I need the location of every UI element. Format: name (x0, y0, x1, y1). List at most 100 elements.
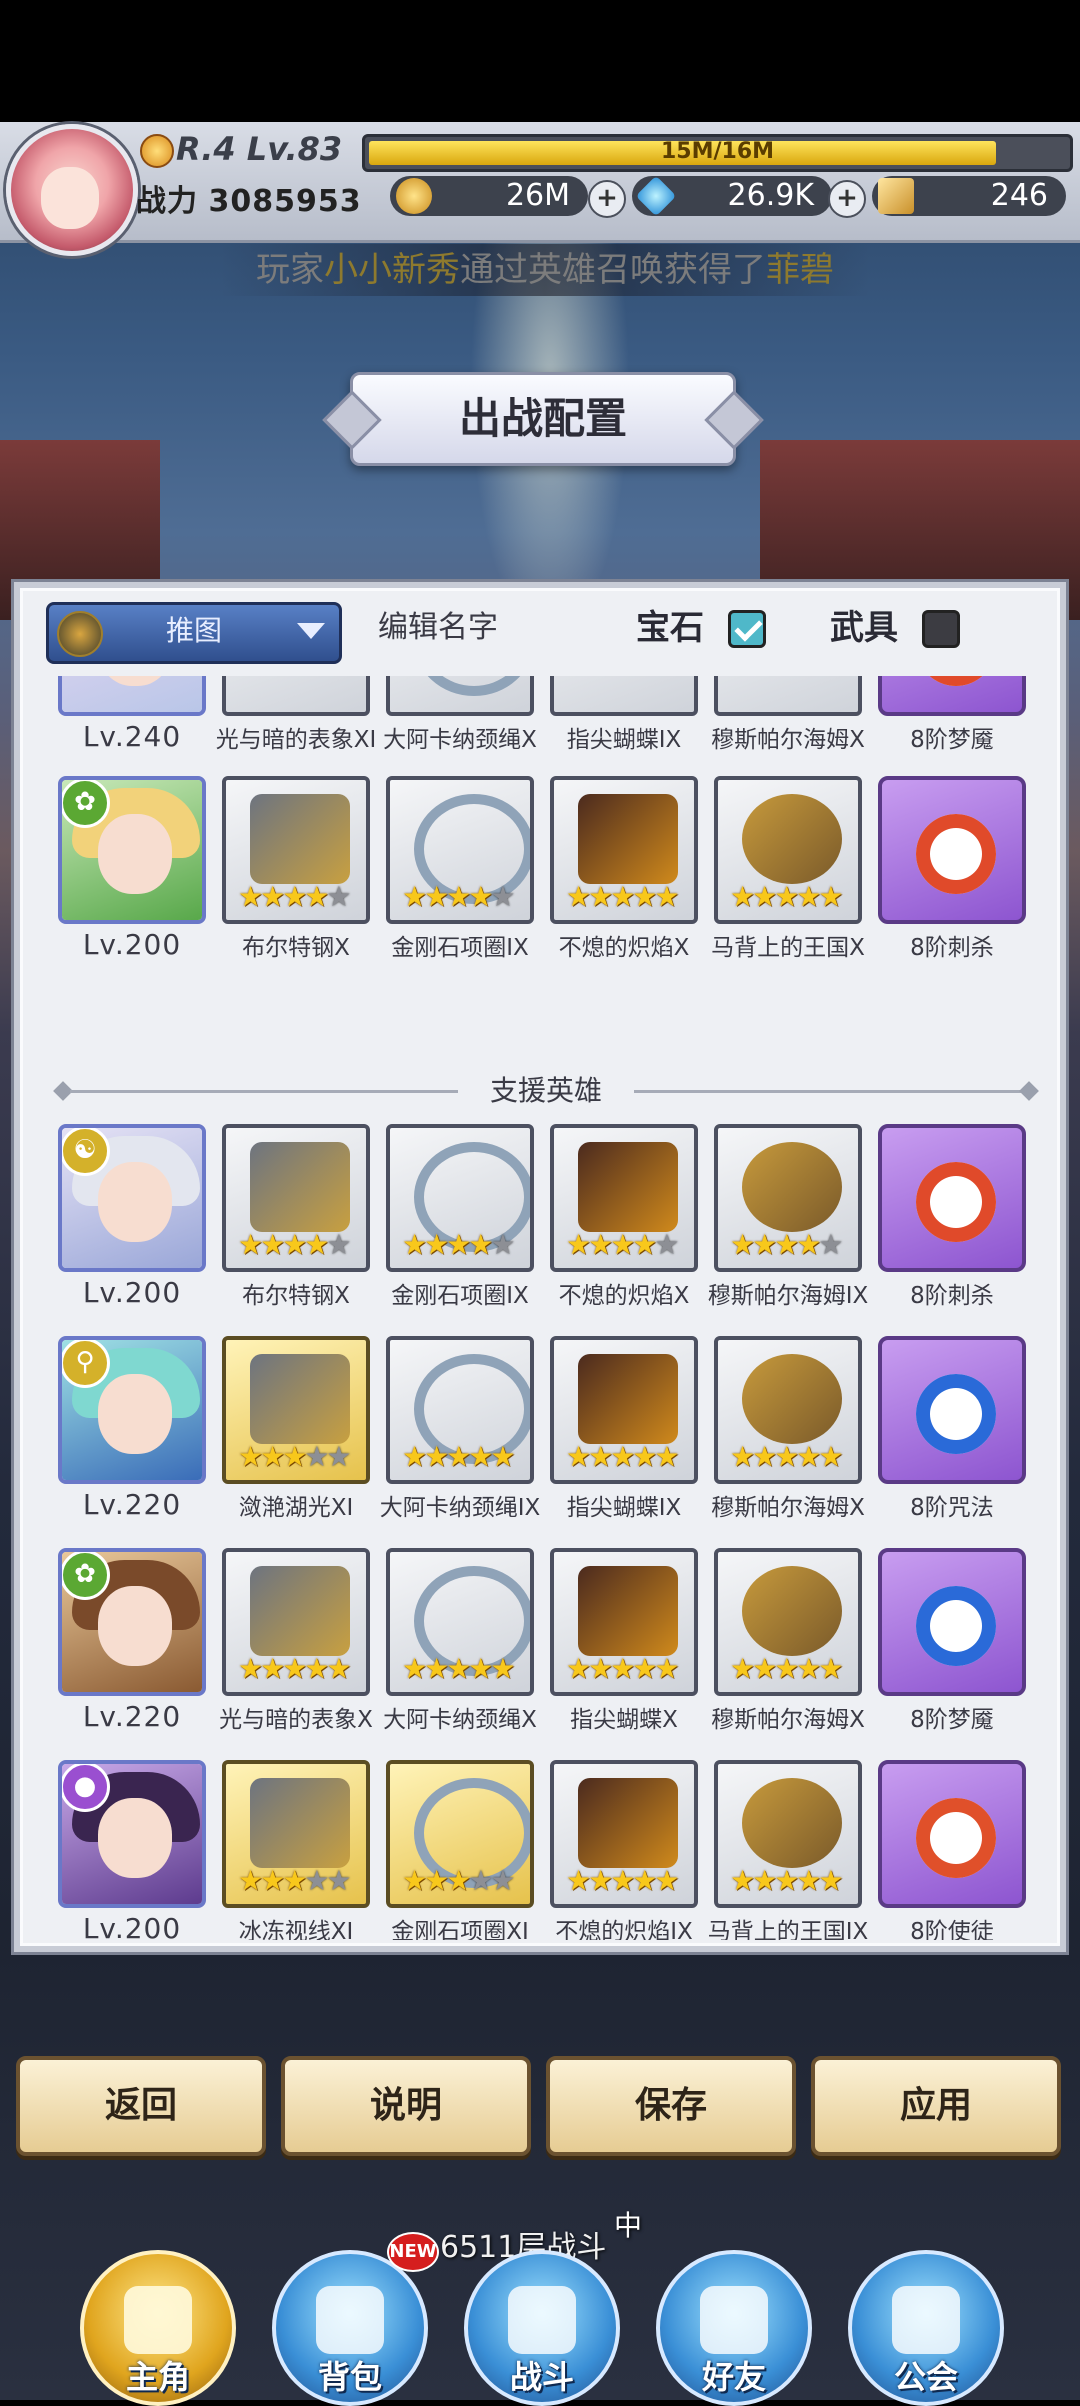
medallion-icon (742, 1142, 842, 1232)
save-button[interactable]: 保存 (546, 2056, 796, 2156)
star-rating: ★★★★★ (730, 1864, 844, 1897)
swirl-icon: ☯ (62, 1128, 110, 1176)
equipment-slot[interactable]: ★★★★★ (386, 1548, 534, 1696)
equipment-slot[interactable]: ★★★★★ (386, 1124, 534, 1272)
equipment-slot[interactable]: ★★★★★ (714, 1548, 862, 1696)
equipment-slot[interactable]: ★★★★★ (550, 1124, 698, 1272)
equipment-slot[interactable]: ★★★★★ (550, 776, 698, 924)
portrait-face (98, 1586, 172, 1666)
sword-icon (250, 1354, 350, 1444)
marquee-player: 小小新秀 (324, 250, 460, 290)
star-rating: ★★★★★ (402, 1228, 516, 1261)
star-rating: ★★★★★ (730, 1440, 844, 1473)
add-gems-button[interactable]: + (828, 180, 866, 218)
nav-guild[interactable]: 公会 (848, 2250, 1008, 2406)
skill-slot[interactable] (878, 1548, 1026, 1696)
stage-dropdown[interactable]: 推图 (46, 602, 342, 664)
add-gold-button[interactable]: + (588, 180, 626, 218)
gem-value: 26.9K (727, 178, 814, 213)
skill-icon (916, 1162, 996, 1242)
player-avatar[interactable] (6, 124, 138, 256)
equipment-slot[interactable] (386, 676, 534, 716)
equipment-slot[interactable]: ★★★★★ (386, 1336, 534, 1484)
status-bar (0, 0, 1080, 122)
equipment-name: 不熄的炽焰X (558, 1283, 690, 1309)
hero-level: Lv.220 (82, 1488, 182, 1521)
skill-slot[interactable] (878, 676, 1026, 716)
equipment-slot[interactable]: ★★★★★ (386, 1760, 534, 1908)
skill-slot[interactable] (878, 1336, 1026, 1484)
equipment-name: 指尖蝴蝶IX (566, 1495, 682, 1521)
equipment-slot[interactable]: ★★★★★ (550, 1548, 698, 1696)
skill-name: 8阶刺杀 (910, 935, 994, 961)
flame-claw-icon (578, 1566, 678, 1656)
hero-lineup-list[interactable]: 支援英雄 Lv.240 光与暗的表象XI 大阿卡纳颈绳X 指尖蝴蝶IX 穆斯帕尔海姆X 8… (46, 676, 1046, 1940)
skill-name: 8阶梦魇 (910, 727, 994, 753)
equipment-slot[interactable]: ★★★★★ (714, 1760, 862, 1908)
gem-option-label: 宝石 (636, 608, 704, 648)
leaf-icon: ✿ (62, 780, 110, 828)
equipment-slot[interactable]: ★★★★★ (222, 776, 370, 924)
equipment-name: 马背上的王国X (711, 935, 865, 961)
help-button[interactable]: 说明 (281, 2056, 531, 2156)
weapon-checkbox[interactable] (922, 610, 960, 648)
hero-level: Lv.200 (82, 928, 182, 961)
hero-portrait[interactable]: ✿ (58, 776, 206, 924)
gem-checkbox[interactable] (728, 610, 766, 648)
nav-bag[interactable]: 背包 (272, 2250, 432, 2406)
star-rating: ★★★★★ (566, 880, 680, 913)
portrait-face (98, 814, 172, 894)
skill-slot[interactable] (878, 1124, 1026, 1272)
page-title: 出战配置 (350, 372, 736, 466)
nav-hero[interactable]: 主角 (80, 2250, 240, 2406)
gold-counter: 26M (390, 176, 588, 216)
edit-name-button[interactable]: 编辑名字 (378, 606, 498, 650)
nav-battle[interactable]: 战斗 (464, 2250, 624, 2406)
equipment-slot[interactable]: ★★★★★ (386, 776, 534, 924)
equipment-slot[interactable]: ★★★★★ (550, 1760, 698, 1908)
equipment-slot[interactable]: ★★★★★ (714, 776, 862, 924)
hero-portrait[interactable]: ✿ (58, 1548, 206, 1696)
equipment-slot[interactable] (714, 676, 862, 716)
hero-portrait[interactable]: ☯ (58, 1124, 206, 1272)
equipment-slot[interactable]: ★★★★★ (222, 1124, 370, 1272)
medallion-icon (742, 1566, 842, 1656)
equipment-slot[interactable]: ★★★★★ (222, 1760, 370, 1908)
medallion-icon (742, 794, 842, 884)
dropdown-value: 推图 (165, 614, 222, 647)
equipment-name: 穆斯帕尔海姆X (711, 1707, 865, 1733)
equipment-slot[interactable] (550, 676, 698, 716)
hero-level: Lv.240 (82, 720, 182, 753)
hero-row: ✿ Lv.220 ★★★★★ 光与暗的表象X ★★★★★ 大阿卡纳颈绳X ★★★★★ 指尖蝴蝶… (46, 1548, 1046, 1738)
hero-portrait[interactable] (58, 676, 206, 716)
equipment-name: 大阿卡纳颈绳IX (379, 1495, 541, 1521)
skill-name: 8阶刺杀 (910, 1283, 994, 1309)
exp-text: 15M/16M (660, 139, 775, 164)
sword-icon (250, 1142, 350, 1232)
nav-friends[interactable]: 好友 (656, 2250, 816, 2406)
skill-slot[interactable] (878, 1760, 1026, 1908)
equipment-slot[interactable]: ★★★★★ (222, 1548, 370, 1696)
hero-portrait[interactable]: ● (58, 1760, 206, 1908)
equipment-slot[interactable]: ★★★★★ (714, 1336, 862, 1484)
medallion-icon (742, 1778, 842, 1868)
hero-row: ✿ Lv.200 ★★★★★ 布尔特钢X ★★★★★ 金刚石项圈IX ★★★★★ 不熄的炽焰X… (46, 776, 1046, 966)
equipment-slot[interactable]: ★★★★★ (714, 1124, 862, 1272)
power-value: 3085953 (208, 184, 362, 219)
equipment-name: 指尖蝴蝶IX (566, 727, 682, 753)
hero-portrait[interactable]: ⚲ (58, 1336, 206, 1484)
announcement-marquee: 玩家小小新秀通过英雄召唤获得了菲碧 (220, 244, 870, 296)
exp-bar: 15M/16M (362, 134, 1073, 172)
back-button[interactable]: 返回 (16, 2056, 266, 2156)
apply-button[interactable]: 应用 (811, 2056, 1061, 2156)
equipment-slot[interactable]: ★★★★★ (222, 1336, 370, 1484)
equipment-slot[interactable] (222, 676, 370, 716)
equipment-slot[interactable]: ★★★★★ (550, 1336, 698, 1484)
gold-coin-icon (396, 178, 432, 214)
star-rating: ★★★★★ (566, 1652, 680, 1685)
skill-name: 8阶使徒 (910, 1919, 994, 1940)
skill-slot[interactable] (878, 776, 1026, 924)
star-rating: ★★★★★ (238, 1864, 352, 1897)
equipment-name: 马背上的王国IX (707, 1919, 869, 1940)
star-rating: ★★★★★ (402, 1440, 516, 1473)
